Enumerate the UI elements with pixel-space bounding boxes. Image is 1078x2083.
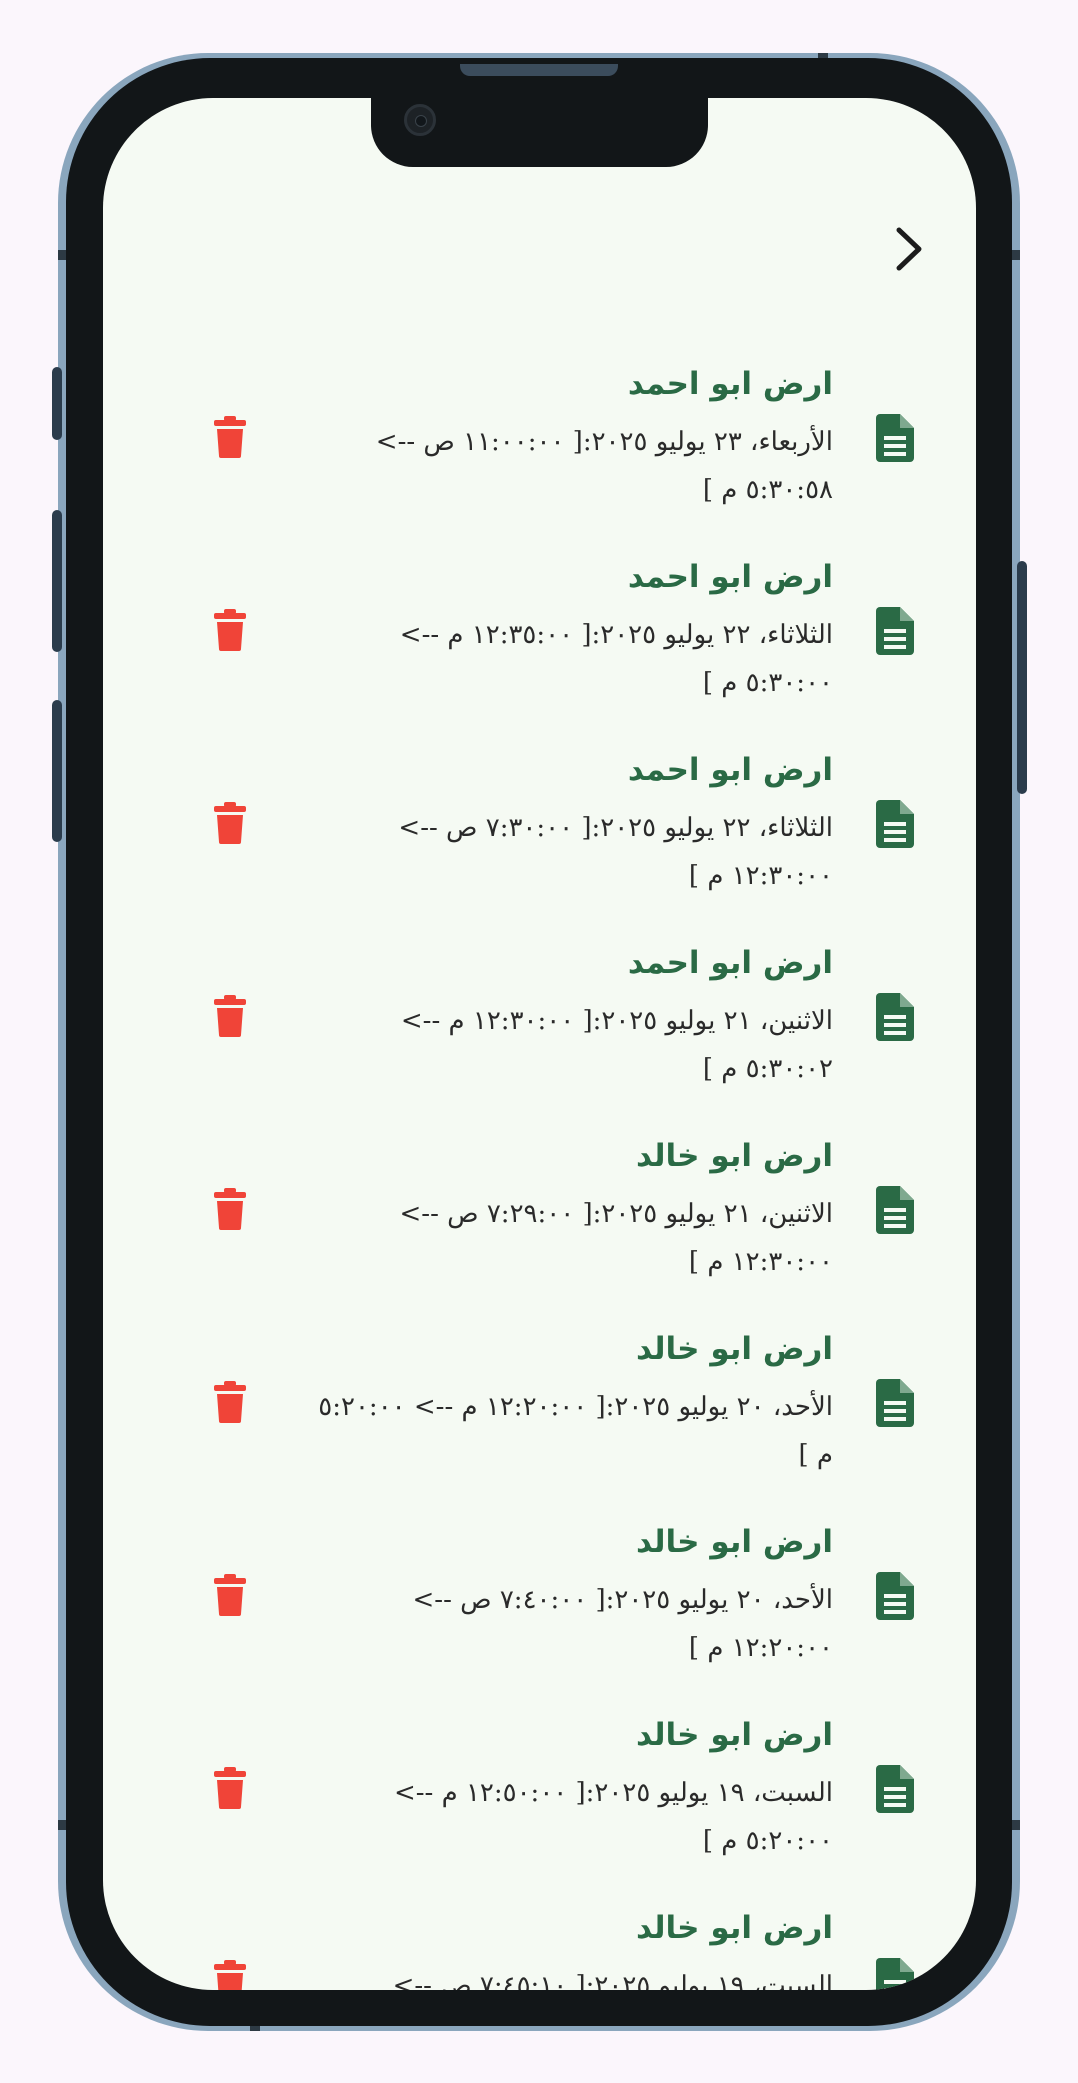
top-bar bbox=[103, 218, 976, 308]
app-screen: ارض ابو احمد الأربعاء، ٢٣ يوليو ٢٠٢٥:[ ١… bbox=[103, 98, 976, 1990]
trash-icon bbox=[214, 995, 246, 1037]
document-icon bbox=[876, 1186, 914, 1234]
entry-details: السبت، ١٩ يوليو ٢٠٢٥:[ ٧:٤٥:١٠ ص --> bbox=[392, 1971, 833, 1990]
trash-icon bbox=[214, 1960, 246, 1990]
volume-up-button bbox=[52, 510, 62, 652]
back-button[interactable] bbox=[884, 224, 934, 274]
delete-button[interactable] bbox=[203, 1375, 257, 1429]
document-icon bbox=[876, 1379, 914, 1427]
trash-icon bbox=[214, 1188, 246, 1230]
entry-details: الثلاثاء، ٢٢ يوليو ٢٠٢٥:[ ٧:٣٠:٠٠ ص --> … bbox=[398, 813, 833, 891]
entry-details: الاثنين، ٢١ يوليو ٢٠٢٥:[ ١٢:٣٠:٠٠ م --> … bbox=[400, 1006, 833, 1084]
delete-button[interactable] bbox=[203, 410, 257, 464]
delete-button[interactable] bbox=[203, 989, 257, 1043]
entry-title: ارض ابو خالد bbox=[636, 1331, 833, 1367]
list-item[interactable]: ارض ابو احمد الثلاثاء، ٢٢ يوليو ٢٠٢٥:[ ١… bbox=[103, 559, 976, 752]
trash-icon bbox=[214, 1381, 246, 1423]
list-item[interactable]: ارض ابو خالد الأحد، ٢٠ يوليو ٢٠٢٥:[ ٧:٤٠… bbox=[103, 1524, 976, 1717]
speaker-grille bbox=[460, 64, 618, 76]
document-icon bbox=[876, 414, 914, 462]
document-icon bbox=[876, 1958, 914, 1990]
document-icon bbox=[876, 993, 914, 1041]
list-item[interactable]: ارض ابو احمد الثلاثاء، ٢٢ يوليو ٢٠٢٥:[ ٧… bbox=[103, 752, 976, 945]
entry-details: الأحد، ٢٠ يوليو ٢٠٢٥:[ ٧:٤٠:٠٠ ص --> ١٢:… bbox=[412, 1585, 833, 1663]
delete-button[interactable] bbox=[203, 1954, 257, 1990]
list-item[interactable]: ارض ابو خالد السبت، ١٩ يوليو ٢٠٢٥:[ ١٢:٥… bbox=[103, 1717, 976, 1910]
list-item[interactable]: ارض ابو خالد السبت، ١٩ يوليو ٢٠٢٥:[ ٧:٤٥… bbox=[103, 1910, 976, 1990]
delete-button[interactable] bbox=[203, 1182, 257, 1236]
delete-button[interactable] bbox=[203, 603, 257, 657]
trash-icon bbox=[214, 1574, 246, 1616]
document-icon bbox=[876, 607, 914, 655]
camera-icon bbox=[404, 104, 436, 136]
power-button bbox=[1017, 561, 1027, 794]
entry-details: الثلاثاء، ٢٢ يوليو ٢٠٢٥:[ ١٢:٣٥:٠٠ م -->… bbox=[399, 620, 833, 698]
entry-title: ارض ابو خالد bbox=[636, 1717, 833, 1753]
volume-down-button bbox=[52, 700, 62, 842]
list-item[interactable]: ارض ابو احمد الاثنين، ٢١ يوليو ٢٠٢٥:[ ١٢… bbox=[103, 945, 976, 1138]
entry-details: السبت، ١٩ يوليو ٢٠٢٥:[ ١٢:٥٠:٠٠ م --> ٥:… bbox=[393, 1778, 833, 1856]
entry-title: ارض ابو خالد bbox=[636, 1138, 833, 1174]
chevron-right-icon bbox=[896, 227, 922, 271]
notch bbox=[371, 98, 708, 167]
trash-icon bbox=[214, 609, 246, 651]
entry-title: ارض ابو احمد bbox=[627, 559, 833, 595]
list-item[interactable]: ارض ابو احمد الأربعاء، ٢٣ يوليو ٢٠٢٥:[ ١… bbox=[103, 366, 976, 559]
delete-button[interactable] bbox=[203, 796, 257, 850]
entry-title: ارض ابو خالد bbox=[636, 1524, 833, 1560]
delete-button[interactable] bbox=[203, 1761, 257, 1815]
document-icon bbox=[876, 1765, 914, 1813]
entry-title: ارض ابو احمد bbox=[627, 752, 833, 788]
list-item[interactable]: ارض ابو خالد الأحد، ٢٠ يوليو ٢٠٢٥:[ ١٢:٢… bbox=[103, 1331, 976, 1524]
entry-title: ارض ابو احمد bbox=[627, 945, 833, 981]
document-icon bbox=[876, 800, 914, 848]
trash-icon bbox=[214, 416, 246, 458]
document-icon bbox=[876, 1572, 914, 1620]
entry-details: الأربعاء، ٢٣ يوليو ٢٠٢٥:[ ١١:٠٠:٠٠ ص -->… bbox=[375, 427, 833, 505]
trash-icon bbox=[214, 1767, 246, 1809]
entries-list: ارض ابو احمد الأربعاء، ٢٣ يوليو ٢٠٢٥:[ ١… bbox=[103, 366, 976, 1990]
delete-button[interactable] bbox=[203, 1568, 257, 1622]
entry-details: الاثنين، ٢١ يوليو ٢٠٢٥:[ ٧:٢٩:٠٠ ص --> ١… bbox=[399, 1199, 833, 1277]
entry-details: الأحد، ٢٠ يوليو ٢٠٢٥:[ ١٢:٢٠:٠٠ م --> ٥:… bbox=[318, 1392, 833, 1470]
list-item[interactable]: ارض ابو خالد الاثنين، ٢١ يوليو ٢٠٢٥:[ ٧:… bbox=[103, 1138, 976, 1331]
entry-title: ارض ابو خالد bbox=[636, 1910, 833, 1946]
trash-icon bbox=[214, 802, 246, 844]
mute-switch bbox=[52, 367, 62, 440]
entry-title: ارض ابو احمد bbox=[627, 366, 833, 402]
